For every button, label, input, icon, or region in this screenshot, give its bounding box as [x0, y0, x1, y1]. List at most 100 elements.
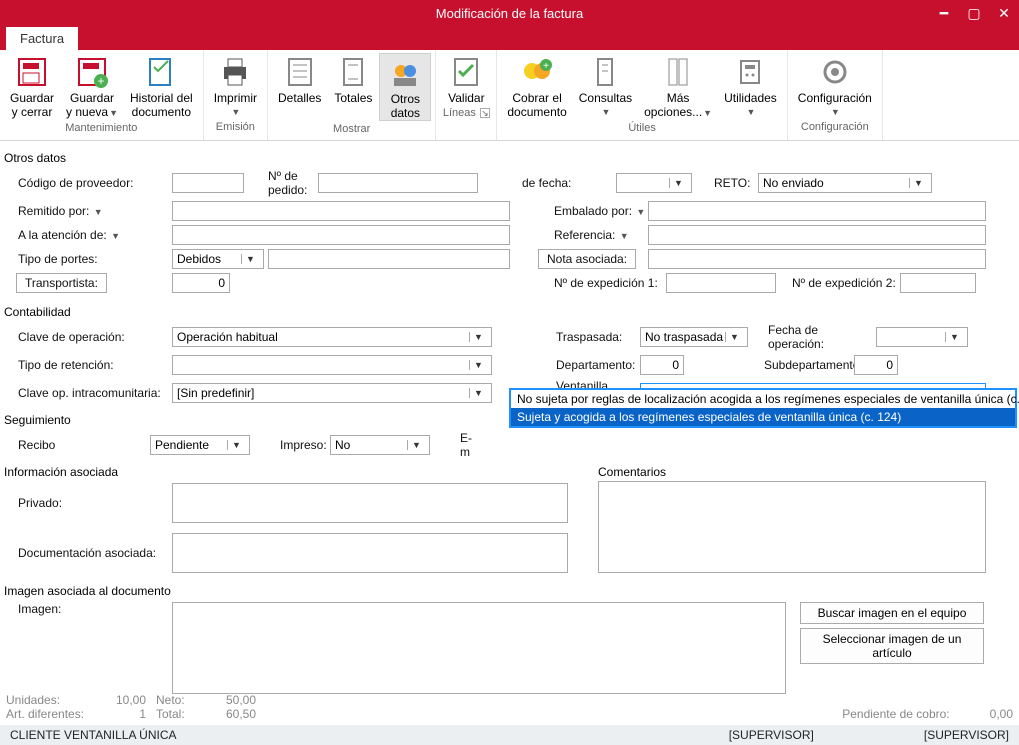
label-remitido[interactable]: Remitido por: ▼	[2, 204, 172, 218]
cobrar-button[interactable]: + Cobrar eldocumento	[501, 53, 572, 120]
transportista-button[interactable]: Transportista:	[16, 273, 107, 293]
section-info-asociada: Información asociada	[2, 461, 582, 481]
label-fecha-op: Fecha de operación:	[748, 323, 876, 351]
label-clave-op: Clave de operación:	[2, 330, 172, 344]
status-cliente: CLIENTE VENTANILLA ÚNICA	[10, 728, 177, 742]
transportista-input[interactable]	[172, 273, 230, 293]
reto-combo[interactable]: No enviado▼	[758, 173, 932, 193]
dialog-launcher-icon[interactable]: ↘	[480, 108, 490, 118]
portes-combo[interactable]: Debidos▼	[172, 249, 264, 269]
section-contabilidad: Contabilidad	[2, 301, 1017, 321]
status-supervisor: [SUPERVISOR]	[729, 728, 814, 742]
section-imagen: Imagen asociada al documento	[2, 580, 1017, 600]
label-embalado[interactable]: Embalado por: ▼	[538, 204, 648, 218]
printer-icon	[218, 55, 252, 89]
group-emision: Emisión	[208, 119, 263, 135]
label-departamento: Departamento:	[540, 358, 640, 372]
embalado-input[interactable]	[648, 201, 986, 221]
label-doc-asoc: Documentación asociada:	[2, 546, 172, 560]
totals-icon	[336, 55, 370, 89]
details-icon	[283, 55, 317, 89]
other-data-icon	[388, 56, 422, 90]
label-n-pedido: Nº de pedido:	[244, 169, 318, 197]
comentarios-textarea[interactable]	[598, 481, 986, 573]
detalles-button[interactable]: Detalles	[272, 53, 327, 121]
recibo-combo[interactable]: Pendiente▼	[150, 435, 250, 455]
doc-asoc-textarea[interactable]	[172, 533, 568, 573]
tab-factura[interactable]: Factura	[6, 27, 78, 50]
status-bar: CLIENTE VENTANILLA ÚNICA [SUPERVISOR] [S…	[0, 725, 1019, 745]
value-pendiente-cobro: 0,00	[990, 707, 1013, 721]
atencion-input[interactable]	[172, 225, 510, 245]
fecha-op-combo[interactable]: ▼	[876, 327, 968, 347]
label-impreso: Impreso:	[250, 438, 330, 452]
label-imagen: Imagen:	[2, 602, 172, 616]
privado-textarea[interactable]	[172, 483, 568, 523]
ribbon: Guardary cerrar + Guardary nueva▼ Histor…	[0, 50, 1019, 141]
portes-input[interactable]	[268, 249, 510, 269]
vent-unica-dropdown[interactable]: No sujeta por reglas de localización aco…	[509, 388, 1017, 428]
codigo-proveedor-input[interactable]	[172, 173, 244, 193]
remitido-input[interactable]	[172, 201, 510, 221]
n-pedido-input[interactable]	[318, 173, 478, 193]
minimize-icon[interactable]: ━	[929, 0, 959, 27]
clave-intra-combo[interactable]: [Sin predefinir]▼	[172, 383, 492, 403]
label-tipo-ret: Tipo de retención:	[2, 358, 172, 372]
totales-button[interactable]: Totales	[327, 53, 379, 121]
group-lineas: Líneas↘	[440, 105, 492, 121]
save-new-icon: +	[75, 55, 109, 89]
label-referencia[interactable]: Referencia: ▼	[538, 228, 648, 242]
config-button[interactable]: Configuración▼	[792, 53, 878, 119]
label-reto: RETO:	[692, 176, 758, 190]
group-utiles: Útiles	[501, 120, 782, 136]
section-otros-datos: Otros datos	[2, 147, 1017, 167]
clave-op-combo[interactable]: Operación habitual▼	[172, 327, 492, 347]
otros-datos-button[interactable]: Otrosdatos	[379, 53, 431, 121]
de-fecha-combo[interactable]: ▼	[616, 173, 692, 193]
window-title: Modificación de la factura	[0, 6, 1019, 21]
label-traspasada: Traspasada:	[540, 330, 640, 344]
buscar-imagen-button[interactable]: Buscar imagen en el equipo	[800, 602, 984, 624]
save-close-button[interactable]: Guardary cerrar	[4, 53, 60, 120]
validate-icon	[449, 55, 483, 89]
label-privado: Privado:	[2, 496, 172, 510]
dropdown-option[interactable]: No sujeta por reglas de localización aco…	[511, 390, 1015, 408]
nota-input[interactable]	[648, 249, 986, 269]
group-mostrar: Mostrar	[272, 121, 431, 137]
maximize-icon[interactable]: ▢	[959, 0, 989, 27]
traspasada-combo[interactable]: No traspasada▼	[640, 327, 748, 347]
label-atencion[interactable]: A la atención de: ▼	[2, 228, 172, 242]
label-exp1: Nº de expedición 1:	[538, 276, 666, 290]
gear-icon	[818, 55, 852, 89]
section-comentarios: Comentarios	[582, 461, 1017, 481]
impreso-combo[interactable]: No▼	[330, 435, 430, 455]
label-portes: Tipo de portes:	[2, 252, 172, 266]
subdep-input[interactable]	[854, 355, 898, 375]
save-close-icon	[15, 55, 49, 89]
exp2-input[interactable]	[900, 273, 976, 293]
dropdown-option-selected[interactable]: Sujeta y acogida a los regímenes especia…	[511, 408, 1015, 426]
referencia-input[interactable]	[648, 225, 986, 245]
departamento-input[interactable]	[640, 355, 684, 375]
label-clave-intra: Clave op. intracomunitaria:	[2, 386, 172, 400]
title-bar: Modificación de la factura ━ ▢ ✕	[0, 0, 1019, 27]
mas-opciones-button[interactable]: Másopciones...▼	[638, 53, 718, 120]
exp1-input[interactable]	[666, 273, 776, 293]
nota-button[interactable]: Nota asociada:	[538, 249, 636, 269]
group-mantenimiento: Mantenimiento	[4, 120, 199, 136]
charge-icon: +	[520, 55, 554, 89]
close-icon[interactable]: ✕	[989, 0, 1019, 27]
consultas-button[interactable]: Consultas▼	[573, 53, 638, 120]
imagen-preview	[172, 602, 786, 694]
history-button[interactable]: Historial deldocumento	[124, 53, 199, 120]
validar-button[interactable]: Validar	[440, 53, 492, 105]
label-recibo: Recibo	[2, 438, 150, 452]
print-button[interactable]: Imprimir▼	[208, 53, 263, 119]
label-pendiente-cobro: Pendiente de cobro:	[842, 707, 949, 721]
label-exp2: Nº de expedición 2:	[776, 276, 900, 290]
tipo-ret-combo[interactable]: ▼	[172, 355, 492, 375]
utilidades-button[interactable]: Utilidades▼	[718, 53, 783, 120]
save-new-button[interactable]: + Guardary nueva▼	[60, 53, 124, 120]
footer-totals: Unidades:Art. diferentes: 10,001 Neto:To…	[0, 689, 1019, 725]
seleccionar-imagen-button[interactable]: Seleccionar imagen de un artículo	[800, 628, 984, 664]
